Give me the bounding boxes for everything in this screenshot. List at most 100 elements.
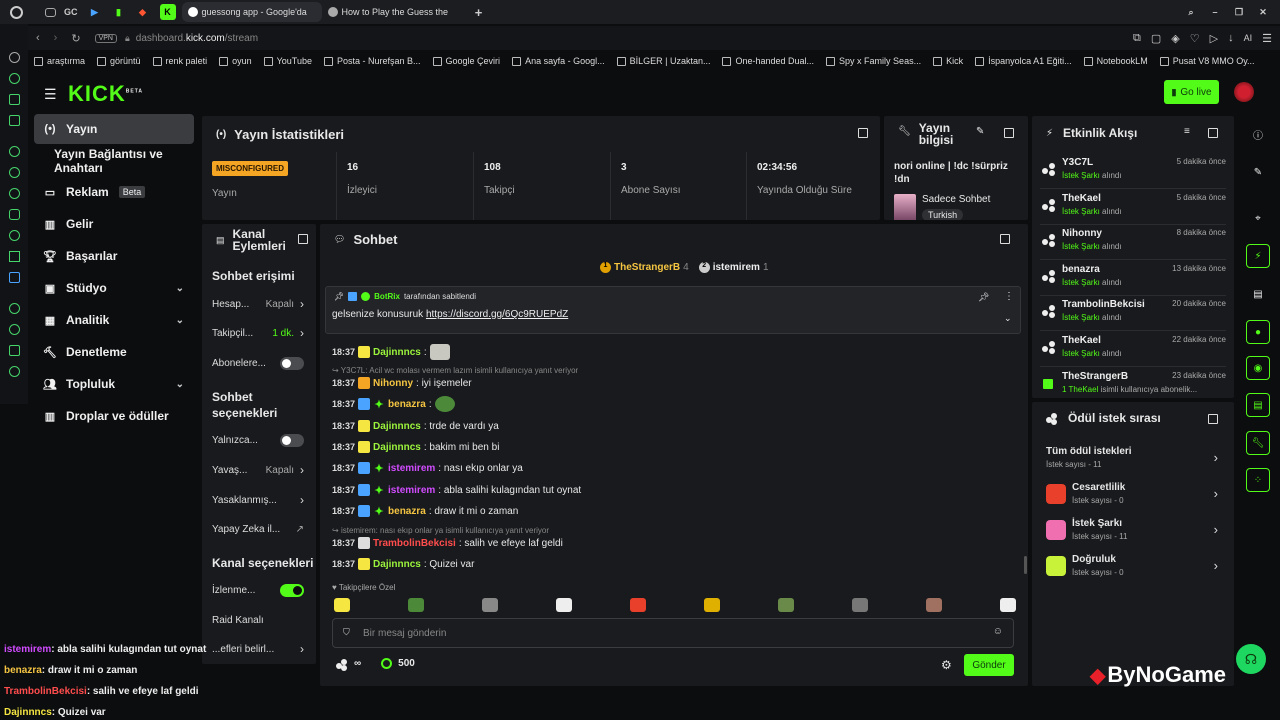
- pinned-tab-gc[interactable]: GC: [64, 5, 78, 19]
- search-icon[interactable]: ⌕: [1184, 5, 1198, 19]
- message-username[interactable]: Dajinnncs: [373, 559, 421, 570]
- send-button[interactable]: Gönder: [964, 654, 1014, 676]
- setting-row[interactable]: Yavaş... Kapalı ›: [212, 460, 304, 480]
- nav-item[interactable]: ▣ Stüdyo ⌄: [34, 273, 194, 303]
- close-icon[interactable]: ✕: [1256, 5, 1270, 19]
- activity-item[interactable]: Y3C7L 5 dakika önce İstek Şarkı alındı: [1040, 155, 1226, 189]
- target-icon[interactable]: ⌖: [1246, 206, 1270, 230]
- shield-icon[interactable]: ◈: [1171, 32, 1179, 45]
- camera-icon[interactable]: ⧉: [1133, 32, 1141, 45]
- send-icon[interactable]: ▷: [1210, 32, 1218, 45]
- toggle-switch[interactable]: [280, 433, 304, 447]
- chat-message[interactable]: 18:37 Dajinnncs :: [332, 343, 450, 361]
- activity-item[interactable]: TheKael 5 dakika önce İstek Şarkı alındı: [1040, 191, 1226, 225]
- gifter-2[interactable]: 2 istemirem 1: [698, 262, 769, 273]
- expand-icon[interactable]: [1208, 128, 1218, 138]
- menu-icon[interactable]: ☰: [1262, 32, 1272, 45]
- heart-icon[interactable]: ♡: [1190, 32, 1200, 45]
- activity-item[interactable]: TrambolinBekcisi 20 dakika önce İstek Şa…: [1040, 297, 1226, 332]
- chat-bubble-icon[interactable]: ●: [1246, 320, 1270, 344]
- message-username[interactable]: Dajinnncs: [373, 421, 421, 432]
- setting-row[interactable]: Hesap... Kapalı ›: [212, 294, 304, 314]
- emote-icon[interactable]: [926, 598, 942, 612]
- emote-icon[interactable]: [482, 598, 498, 612]
- edit-icon[interactable]: ✎: [976, 126, 984, 137]
- chat-message[interactable]: 18:37 Dajinnncs : bakim mi ben bi: [332, 438, 499, 456]
- nav-item[interactable]: ▥ Gelir: [34, 209, 194, 239]
- message-username[interactable]: Nihonny: [373, 378, 413, 389]
- message-username[interactable]: TrambolinBekcisi: [373, 538, 456, 549]
- bookmark-item[interactable]: One-handed Dual...: [722, 56, 814, 66]
- chatgpt-icon[interactable]: [8, 146, 20, 157]
- bookmark-item[interactable]: Posta - Nurefşan B...: [323, 56, 421, 66]
- all-rewards-row[interactable]: Tüm ödül istekleri İstek sayısı - 11 ›: [1046, 444, 1224, 478]
- play-store-icon[interactable]: ▶: [88, 5, 102, 19]
- history-icon[interactable]: [8, 324, 20, 335]
- expand-icon[interactable]: [1004, 128, 1014, 138]
- filter-icon[interactable]: ≡: [1184, 126, 1190, 137]
- tiktok-icon[interactable]: [8, 230, 20, 241]
- support-button[interactable]: ☊: [1236, 644, 1266, 674]
- unpin-icon[interactable]: 📌︎: [978, 292, 989, 303]
- setting-row[interactable]: ...efleri belirl... ›: [212, 639, 304, 659]
- reward-item[interactable]: Cesaretlilik İstek sayısı - 0 ›: [1046, 480, 1224, 514]
- expand-icon[interactable]: [1000, 234, 1010, 244]
- emote-icon[interactable]: [778, 598, 794, 612]
- message-username[interactable]: Dajinnncs: [373, 442, 421, 453]
- tab-guessong[interactable]: guessong app - Google'da: [181, 2, 322, 22]
- snapshot-icon[interactable]: ▢: [1151, 32, 1161, 45]
- activity-item[interactable]: benazra 13 dakika önce İstek Şarkı alınd…: [1040, 262, 1226, 296]
- media-tab-icon[interactable]: ◆: [136, 5, 150, 19]
- nav-item[interactable]: (•) Yayın: [34, 114, 194, 144]
- chevron-down-icon[interactable]: ⌄: [1004, 313, 1012, 324]
- setting-row[interactable]: Abonelere...: [212, 353, 304, 373]
- aria-icon[interactable]: [8, 73, 20, 84]
- bookmark-item[interactable]: Pusat V8 MMO Oy...: [1159, 56, 1255, 66]
- nav-item[interactable]: 🔨︎ Denetleme: [34, 337, 194, 367]
- chat-message[interactable]: 18:37 ✦ istemirem : nası ekıp onlar ya: [332, 459, 523, 477]
- broadcast-icon[interactable]: ◉: [1246, 356, 1270, 380]
- discord-icon[interactable]: [8, 188, 20, 199]
- message-username[interactable]: benazra: [388, 506, 426, 517]
- translate-icon[interactable]: [8, 272, 20, 283]
- bookmark-item[interactable]: NotebookLM: [1083, 56, 1148, 66]
- activity-item[interactable]: TheStrangerB 23 dakika önce 1 TheKael is…: [1040, 369, 1226, 403]
- settings-icon[interactable]: ⚙: [941, 658, 952, 672]
- chat-message[interactable]: 18:37 ✦ istemirem : abla salihi kulagınd…: [332, 481, 581, 499]
- instagram-icon[interactable]: [8, 209, 20, 220]
- bookmark-item[interactable]: Kick: [933, 56, 963, 66]
- aria-ai-button[interactable]: AI: [1244, 33, 1253, 43]
- x-icon[interactable]: [8, 251, 20, 262]
- hamburger-icon[interactable]: ☰: [44, 86, 57, 103]
- toggle-switch[interactable]: [280, 356, 304, 370]
- bookmark-item[interactable]: İspanyolca A1 Eğiti...: [975, 56, 1072, 66]
- info-icon[interactable]: ⓘ: [1246, 122, 1270, 146]
- play-icon[interactable]: [8, 303, 20, 314]
- nav-item[interactable]: ▦ Analitik ⌄: [34, 305, 194, 335]
- bookmark-item[interactable]: BİLGER | Uzaktan...: [616, 56, 710, 66]
- message-username[interactable]: istemirem: [388, 463, 435, 474]
- restore-icon[interactable]: ❐: [1232, 5, 1246, 19]
- setting-row[interactable]: Yalnızca...: [212, 430, 304, 450]
- setting-row[interactable]: Raid Kanalı: [212, 610, 304, 630]
- new-tab-icon[interactable]: +: [472, 5, 486, 20]
- bookmark-item[interactable]: Ana sayfa - Googl...: [512, 56, 605, 66]
- emote-icon[interactable]: [334, 598, 350, 612]
- reload-icon[interactable]: ↻: [71, 32, 80, 45]
- nav-item[interactable]: 👥︎ Topluluk ⌄: [34, 369, 194, 399]
- bookmark-item[interactable]: Spy x Family Seas...: [826, 56, 921, 66]
- expand-icon[interactable]: [858, 128, 868, 138]
- bookmark-item[interactable]: araştırma: [34, 56, 85, 66]
- list-icon[interactable]: ▤: [1246, 393, 1270, 417]
- bookmark-item[interactable]: renk paleti: [152, 56, 207, 66]
- expand-icon[interactable]: [1208, 414, 1218, 424]
- vpn-badge[interactable]: VPN: [94, 33, 117, 43]
- emote-icon[interactable]: [630, 598, 646, 612]
- chat-input[interactable]: ⛉ Bir mesaj gönderin ☺: [332, 618, 1014, 648]
- nav-item[interactable]: ▭ Reklam Beta: [34, 177, 194, 207]
- chat-message[interactable]: 18:37 TrambolinBekcisi : salih ve efeye …: [332, 534, 563, 552]
- more-icon[interactable]: ⋮: [1004, 291, 1014, 302]
- bar-icon[interactable]: [8, 94, 20, 105]
- setting-row[interactable]: Yasaklanmış... ›: [212, 490, 304, 510]
- emote-icon[interactable]: [1000, 598, 1016, 612]
